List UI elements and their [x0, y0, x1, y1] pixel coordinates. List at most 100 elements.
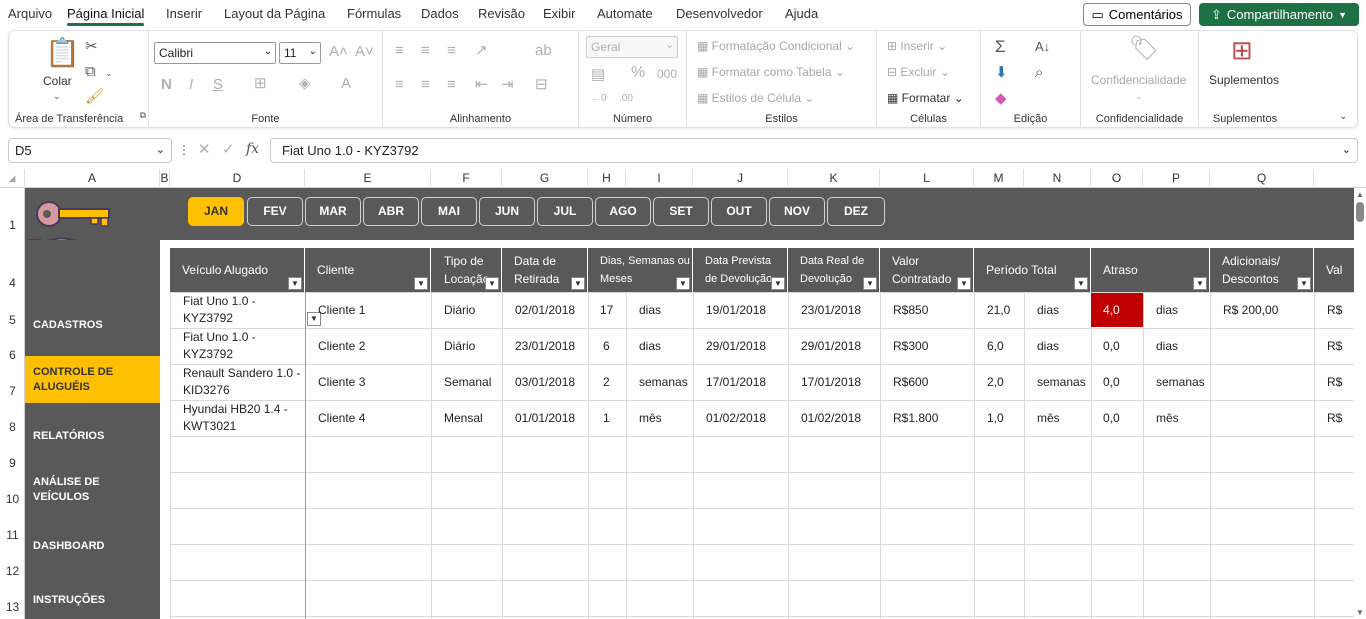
month-button-dez[interactable]: DEZ — [827, 197, 885, 226]
cancel-icon[interactable]: ✕ — [198, 142, 211, 157]
cell-j8[interactable]: 01/02/2018 — [706, 400, 766, 436]
dialog-launcher-icon[interactable]: ⧉ — [140, 108, 146, 123]
cell-f5[interactable]: Diário — [444, 292, 475, 328]
cell-n8[interactable]: mês — [1037, 400, 1060, 436]
increase-font-icon[interactable]: A˄ — [329, 44, 348, 59]
merge-center-icon[interactable]: ⊟ — [535, 77, 548, 92]
cell-p6[interactable]: dias — [1156, 328, 1178, 364]
bold-icon[interactable]: N — [161, 77, 172, 92]
decrease-font-icon[interactable]: A˅ — [355, 44, 374, 59]
tab-formulas[interactable]: Fórmulas — [347, 6, 401, 21]
wrap-text-icon[interactable]: ab — [535, 43, 552, 58]
nav-cadastros[interactable]: CADASTROS — [25, 307, 160, 343]
month-button-nov[interactable]: NOV — [769, 197, 825, 226]
nav-dashboard[interactable]: DASHBOARD — [25, 528, 160, 564]
column-header-d[interactable]: D — [170, 169, 305, 188]
filter-dropdown-icon[interactable]: ▼ — [1297, 277, 1311, 290]
tab-pagina-inicial[interactable]: Página Inicial — [67, 6, 145, 26]
filter-dropdown-icon[interactable]: ▼ — [1074, 277, 1088, 290]
paste-icon[interactable]: 📋 — [45, 39, 80, 67]
cell-h6[interactable]: 6 — [603, 328, 610, 364]
row-header-5[interactable]: 5 — [0, 313, 25, 327]
filter-dropdown-icon[interactable]: ▼ — [288, 277, 302, 290]
cell-l5[interactable]: R$850 — [893, 292, 928, 328]
percent-icon[interactable]: % — [631, 65, 645, 81]
column-header-a[interactable]: A — [25, 169, 160, 188]
cell-i6[interactable]: dias — [639, 328, 661, 364]
month-button-out[interactable]: OUT — [711, 197, 767, 226]
nav-controle-de-alugueis[interactable]: CONTROLE DE ALUGUÉIS — [25, 356, 160, 403]
cell-r7[interactable]: R$ — [1327, 364, 1342, 400]
tab-ajuda[interactable]: Ajuda — [785, 6, 818, 21]
cell-j7[interactable]: 17/01/2018 — [706, 364, 766, 400]
cell-e8[interactable]: Cliente 4 — [318, 400, 365, 436]
month-button-ago[interactable]: AGO — [595, 197, 651, 226]
align-center-icon[interactable]: ≡ — [421, 77, 430, 92]
thousands-icon[interactable]: 000 — [657, 67, 677, 82]
currency-icon[interactable]: ▤ — [591, 67, 605, 82]
cell-m6[interactable]: 6,0 — [987, 328, 1004, 364]
row-header-1[interactable]: 1 — [0, 218, 25, 232]
cell-r8[interactable]: R$ — [1327, 400, 1342, 436]
cell-styles-button[interactable]: ▦ Estilos de Célula ⌄ — [697, 91, 814, 105]
find-select-icon[interactable]: ⌕ — [1035, 65, 1043, 80]
format-painter-icon[interactable]: 🖌 — [85, 89, 104, 104]
cell-d5[interactable]: Fiat Uno 1.0 - KYZ3792 — [183, 292, 308, 328]
insert-function-icon[interactable]: fx — [246, 142, 259, 157]
column-header-j[interactable]: J — [693, 169, 788, 188]
cell-o5-late[interactable]: 4,0 — [1091, 293, 1143, 327]
autosum-icon[interactable]: Σ — [995, 38, 1006, 55]
row-header-6[interactable]: 6 — [0, 348, 25, 362]
row-header-11[interactable]: 11 — [0, 528, 25, 542]
month-button-jan[interactable]: JAN — [188, 197, 244, 226]
addins-button[interactable]: Suplementos — [1209, 73, 1279, 87]
column-header-h[interactable]: H — [588, 169, 626, 188]
font-size-select[interactable]: 11 ⌄ — [279, 42, 321, 64]
tab-revisao[interactable]: Revisão — [478, 6, 525, 21]
tab-automate[interactable]: Automate — [597, 6, 653, 21]
cell-i8[interactable]: mês — [639, 400, 662, 436]
more-options-icon[interactable]: ⋮ — [178, 143, 190, 158]
select-all-corner[interactable]: ◢ — [0, 169, 25, 188]
cut-icon[interactable]: ✂ — [85, 39, 98, 54]
month-button-mar[interactable]: MAR — [305, 197, 361, 226]
cell-f8[interactable]: Mensal — [444, 400, 483, 436]
name-box[interactable]: D5 ⌄ — [8, 138, 172, 163]
cell-h7[interactable]: 2 — [603, 364, 610, 400]
cell-m8[interactable]: 1,0 — [987, 400, 1004, 436]
addins-icon[interactable]: ⊞ — [1231, 37, 1253, 63]
cell-l8[interactable]: R$1.800 — [893, 400, 938, 436]
comments-button[interactable]: ▭ Comentários — [1083, 3, 1191, 26]
cell-k7[interactable]: 17/01/2018 — [801, 364, 861, 400]
tab-exibir[interactable]: Exibir — [543, 6, 576, 21]
tab-desenvolvedor[interactable]: Desenvolvedor — [676, 6, 763, 21]
fill-icon[interactable]: ⬇ — [995, 65, 1008, 80]
format-cells-button[interactable]: ▦ Formatar ⌄ — [887, 91, 964, 105]
tab-inserir[interactable]: Inserir — [166, 6, 202, 21]
column-header-g[interactable]: G — [502, 169, 588, 188]
fill-color-icon[interactable]: ◈ — [299, 76, 311, 91]
scrollbar-thumb[interactable] — [1356, 202, 1364, 222]
column-header-m[interactable]: M — [974, 169, 1024, 188]
cell-d7[interactable]: Renault Sandero 1.0 - KID3276 — [183, 364, 308, 400]
column-header-f[interactable]: F — [431, 169, 502, 188]
sensitivity-button[interactable]: Confidencialidade — [1091, 73, 1186, 87]
chevron-down-icon[interactable]: ⌄ — [156, 143, 165, 156]
insert-cells-button[interactable]: ⊞ Inserir ⌄ — [887, 39, 947, 53]
row-header-10[interactable]: 10 — [0, 492, 25, 506]
tab-dados[interactable]: Dados — [421, 6, 459, 21]
cell-r5[interactable]: R$ — [1327, 292, 1342, 328]
cell-g7[interactable]: 03/01/2018 — [515, 364, 575, 400]
column-header-k[interactable]: K — [788, 169, 880, 188]
column-header-e[interactable]: E — [305, 169, 431, 188]
increase-indent-icon[interactable]: ⇥ — [501, 77, 514, 92]
cell-n5[interactable]: dias — [1037, 292, 1059, 328]
month-button-abr[interactable]: ABR — [363, 197, 419, 226]
cell-n7[interactable]: semanas — [1037, 364, 1086, 400]
cell-m7[interactable]: 2,0 — [987, 364, 1004, 400]
month-button-jun[interactable]: JUN — [479, 197, 535, 226]
cell-m5[interactable]: 21,0 — [987, 292, 1010, 328]
align-right-icon[interactable]: ≡ — [447, 77, 456, 92]
cell-k5[interactable]: 23/01/2018 — [801, 292, 861, 328]
cell-j5[interactable]: 19/01/2018 — [706, 292, 766, 328]
